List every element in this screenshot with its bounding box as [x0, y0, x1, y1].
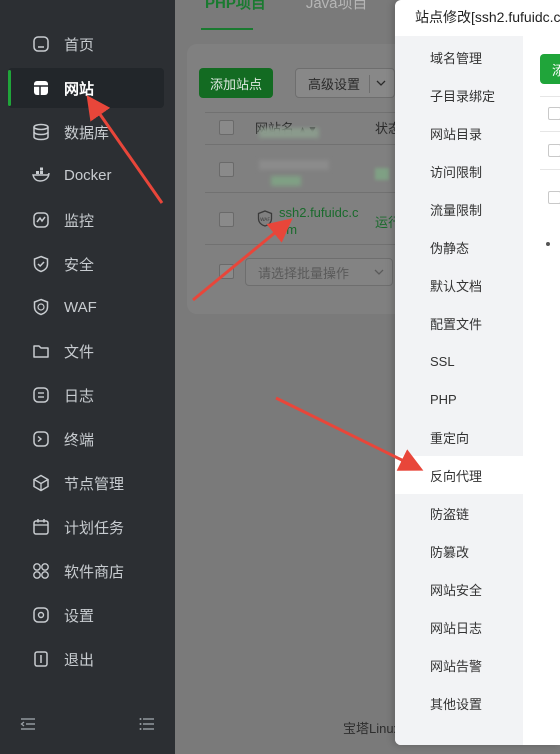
menu-item-access-limit[interactable]: 访问限制 — [395, 152, 523, 190]
sidebar-item-label: 节点管理 — [64, 475, 125, 493]
advanced-settings-label: 高级设置 — [308, 76, 361, 92]
sidebar-item-terminal[interactable]: 终端 — [8, 419, 164, 459]
menu-item-site-dir[interactable]: 网站目录 — [395, 114, 523, 152]
node-icon — [32, 474, 50, 492]
monitor-icon — [32, 211, 50, 229]
sidebar: 首页 网站 数据库 Docker 监控 安全 WAF 文件 日志 终端 节点管理 — [0, 0, 175, 754]
log-icon — [32, 386, 50, 404]
batch-checkbox[interactable] — [219, 264, 234, 279]
logout-icon — [32, 650, 50, 668]
chevron-down-icon — [374, 265, 384, 282]
menu-item-rewrite[interactable]: 伪静态 — [395, 228, 523, 266]
sidebar-item-database[interactable]: 数据库 — [8, 112, 164, 152]
database-icon — [32, 123, 50, 141]
sidebar-item-cron[interactable]: 计划任务 — [8, 507, 164, 547]
proxy-select-all-checkbox[interactable] — [548, 107, 560, 120]
batch-action-select[interactable]: 请选择批量操作 — [245, 258, 393, 286]
menu-list-icon[interactable] — [139, 717, 155, 736]
menu-item-subdir[interactable]: 子目录绑定 — [395, 76, 523, 114]
add-proxy-button[interactable]: 添 — [540, 54, 560, 84]
sidebar-item-appstore[interactable]: 软件商店 — [8, 551, 164, 591]
gear-icon — [32, 606, 50, 624]
calendar-icon — [32, 518, 50, 536]
sidebar-item-files[interactable]: 文件 — [8, 331, 164, 371]
menu-item-domain[interactable]: 域名管理 — [395, 38, 523, 76]
sidebar-item-label: 监控 — [64, 212, 95, 230]
sidebar-item-label: 网站 — [64, 80, 95, 98]
row-checkbox[interactable] — [219, 212, 234, 227]
proxy-row-checkbox[interactable] — [548, 144, 560, 157]
waf-icon — [32, 298, 50, 316]
sidebar-item-settings[interactable]: 设置 — [8, 595, 164, 635]
sidebar-item-label: 终端 — [64, 431, 95, 449]
footer-brand: 宝塔Linux — [343, 721, 401, 736]
sidebar-item-label: Docker — [64, 166, 112, 184]
menu-item-config-file[interactable]: 配置文件 — [395, 304, 523, 342]
tab-java[interactable]: Java项目 — [306, 0, 368, 30]
tab-php[interactable]: PHP项目 — [201, 0, 266, 30]
sidebar-item-label: 计划任务 — [64, 519, 125, 537]
waf-shield-icon: WAF — [257, 210, 273, 233]
sidebar-bottom-bar — [0, 698, 175, 754]
sidebar-item-logs[interactable]: 日志 — [8, 375, 164, 415]
sidebar-item-home[interactable]: 首页 — [8, 24, 164, 64]
sidebar-item-label: 退出 — [64, 651, 95, 669]
site-edit-modal: 站点修改[ssh2.fufuidc.c 域名管理 子目录绑定 网站目录 访问限制… — [395, 0, 560, 745]
menu-item-redirect[interactable]: 重定向 — [395, 418, 523, 456]
menu-item-reverse-proxy[interactable]: 反向代理 — [395, 456, 523, 494]
sidebar-item-label: WAF — [64, 298, 97, 316]
docker-icon — [32, 166, 50, 184]
sidebar-item-monitor[interactable]: 监控 — [8, 200, 164, 240]
sidebar-item-label: 设置 — [64, 607, 95, 625]
menu-item-site-security[interactable]: 网站安全 — [395, 570, 523, 608]
blurred-status — [375, 168, 389, 180]
menu-item-hotlink[interactable]: 防盗链 — [395, 494, 523, 532]
sidebar-item-nodes[interactable]: 节点管理 — [8, 463, 164, 503]
sidebar-item-label: 文件 — [64, 343, 95, 361]
add-site-button[interactable]: 添加站点 — [199, 68, 273, 98]
select-all-checkbox[interactable] — [219, 120, 234, 135]
menu-item-site-alert[interactable]: 网站告警 — [395, 646, 523, 684]
sidebar-item-label: 日志 — [64, 387, 95, 405]
menu-item-other-settings[interactable]: 其他设置 — [395, 684, 523, 722]
modal-title: 站点修改[ssh2.fufuidc.c — [415, 9, 560, 25]
sidebar-item-website[interactable]: 网站 — [8, 68, 164, 108]
sidebar-item-label: 安全 — [64, 256, 95, 274]
project-tabs: PHP项目 Java项目 — [201, 0, 368, 30]
website-icon — [32, 79, 50, 97]
shield-icon — [32, 255, 50, 273]
apps-icon — [32, 562, 50, 580]
svg-text:WAF: WAF — [260, 217, 270, 223]
collapse-sidebar-icon[interactable] — [20, 717, 36, 736]
menu-item-default-doc[interactable]: 默认文档 — [395, 266, 523, 304]
sidebar-item-label: 软件商店 — [64, 563, 125, 581]
site-name-link[interactable]: ssh2.fufuidc.com — [279, 204, 361, 238]
sidebar-item-docker[interactable]: Docker — [8, 155, 164, 195]
sidebar-item-logout[interactable]: 退出 — [8, 639, 164, 679]
modal-menu: 域名管理 子目录绑定 网站目录 访问限制 流量限制 伪静态 默认文档 配置文件 … — [395, 36, 523, 745]
sidebar-item-waf[interactable]: WAF — [8, 287, 164, 327]
proxy-row-checkbox[interactable] — [548, 191, 560, 204]
advanced-settings-dropdown[interactable]: 高级设置 — [295, 68, 395, 98]
row-checkbox[interactable] — [219, 162, 234, 177]
terminal-icon — [32, 430, 50, 448]
menu-item-php[interactable]: PHP — [395, 380, 523, 418]
sidebar-item-label: 首页 — [64, 36, 95, 54]
menu-item-ssl[interactable]: SSL — [395, 342, 523, 380]
sidebar-item-security[interactable]: 安全 — [8, 244, 164, 284]
sidebar-item-label: 数据库 — [64, 124, 110, 142]
chevron-down-icon — [376, 76, 386, 93]
modal-content-panel: 添 — [523, 36, 560, 745]
menu-item-traffic-limit[interactable]: 流量限制 — [395, 190, 523, 228]
bullet-dot — [546, 242, 550, 246]
folder-icon — [32, 342, 50, 360]
menu-item-tamper-proof[interactable]: 防篡改 — [395, 532, 523, 570]
home-icon — [32, 35, 50, 53]
menu-item-site-log[interactable]: 网站日志 — [395, 608, 523, 646]
